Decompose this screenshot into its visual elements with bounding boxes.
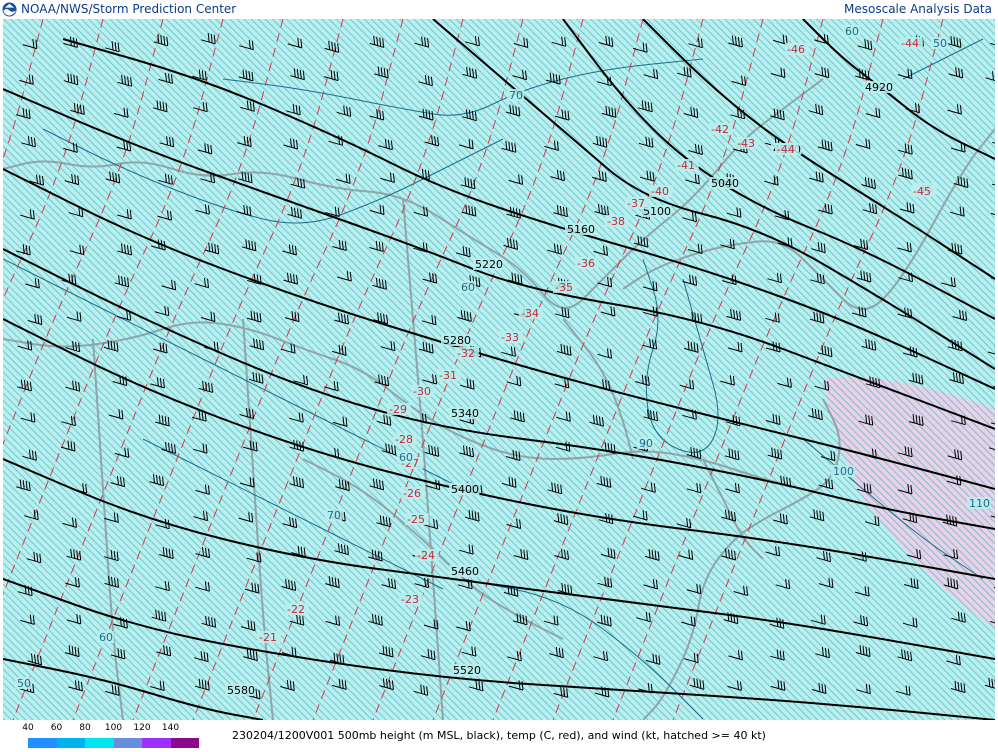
- temperature-label: -23: [401, 593, 419, 606]
- temperature-label: -43: [737, 137, 755, 150]
- wind-speed-label: 100: [833, 465, 854, 478]
- temperature-label: -22: [287, 603, 305, 616]
- temperature-label: -29: [389, 403, 407, 416]
- temperature-label: -25: [407, 513, 425, 526]
- temperature-label: -38: [607, 215, 625, 228]
- legend-swatch: [28, 738, 57, 748]
- height-label: 5280: [443, 334, 471, 347]
- legend-swatch: [56, 738, 85, 748]
- temperature-label: -24: [417, 549, 435, 562]
- legend-swatch: [113, 738, 142, 748]
- wind-speed-label: 50: [17, 677, 31, 690]
- organization-title: NOAA/NWS/Storm Prediction Center: [21, 2, 237, 16]
- temperature-label: -36: [577, 257, 595, 270]
- temperature-label: -33: [501, 331, 519, 344]
- legend-label: 80: [79, 723, 91, 733]
- wind-speed-label: 60: [461, 281, 475, 294]
- wind-speed-label: 60: [845, 25, 859, 38]
- temperature-label: -44: [901, 37, 919, 50]
- temperature-label: -46: [787, 43, 805, 56]
- temperature-label: -37: [627, 197, 645, 210]
- wind-speed-label: 60: [99, 631, 113, 644]
- height-label: 5580: [227, 684, 255, 697]
- temperature-label: -41: [677, 159, 695, 172]
- header-bar: NOAA/NWS/Storm Prediction Center Mesosca…: [0, 0, 998, 19]
- wind-speed-label: 90: [639, 437, 653, 450]
- height-label: 5460: [451, 565, 479, 578]
- noaa-logo-icon: [2, 2, 17, 17]
- height-label: 5340: [451, 407, 479, 420]
- wind-speed-label: 70: [327, 509, 341, 522]
- height-label: 5520: [453, 664, 481, 677]
- temperature-label: -28: [395, 433, 413, 446]
- temperature-label: -44: [777, 143, 795, 156]
- legend-swatch: [142, 738, 171, 748]
- legend-swatch: [170, 738, 199, 748]
- temperature-label: -31: [439, 369, 457, 382]
- wind-speed-label: 70: [509, 89, 523, 102]
- temperature-label: -40: [651, 185, 669, 198]
- height-label: 5040: [711, 177, 739, 190]
- temperature-label: -21: [259, 631, 277, 644]
- weather-map: 4920498050405100516052205280534054005460…: [3, 19, 995, 720]
- temperature-label: -32: [457, 347, 475, 360]
- wind-speed-label: 50: [933, 37, 947, 50]
- map-caption: 230204/1200V001 500mb height (m MSL, bla…: [232, 729, 766, 742]
- temperature-label: -45: [913, 185, 931, 198]
- height-label: 5400: [451, 483, 479, 496]
- wind-speed-label: 110: [969, 497, 990, 510]
- product-title: Mesoscale Analysis Data: [844, 2, 992, 16]
- temperature-label: -26: [403, 487, 421, 500]
- legend-label: 40: [22, 723, 34, 733]
- temperature-label: -35: [555, 281, 573, 294]
- legend-label: 60: [50, 723, 63, 733]
- height-label: 4920: [865, 81, 893, 94]
- temperature-label: -30: [413, 385, 431, 398]
- wind-speed-legend: [28, 738, 199, 748]
- height-label: 5220: [475, 258, 503, 271]
- legend-label: 140: [161, 723, 180, 733]
- legend-label: 100: [104, 723, 123, 733]
- wind-hatching: [3, 19, 995, 720]
- wind-speed-label: 60: [399, 451, 413, 464]
- temperature-label: -34: [521, 307, 539, 320]
- temperature-label: -42: [711, 123, 729, 136]
- legend-label: 120: [133, 723, 151, 733]
- height-label: 5160: [567, 223, 595, 236]
- legend-swatch: [85, 738, 114, 748]
